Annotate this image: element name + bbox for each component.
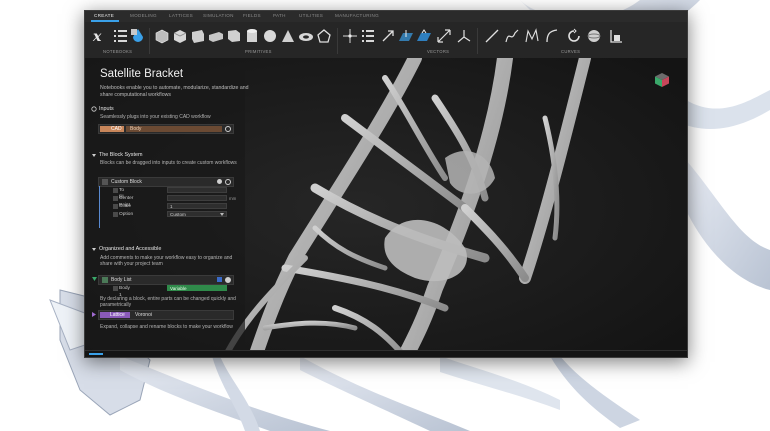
toolbar-separator	[337, 28, 338, 54]
tab-manufacturing[interactable]: MANUFACTURING	[335, 13, 379, 18]
group-label-vectors: VECTORS	[427, 49, 450, 54]
box-icon[interactable]	[153, 27, 171, 45]
resize-icon[interactable]	[435, 27, 453, 45]
lattice-block[interactable]: Lattice Voronoi	[98, 310, 234, 320]
expand-triangle-icon[interactable]	[92, 312, 97, 317]
line-icon[interactable]	[483, 27, 501, 45]
input-socket-icon[interactable]	[113, 188, 118, 193]
output-port-icon[interactable]	[225, 277, 231, 283]
block-bracket	[99, 186, 100, 228]
bar-chart-icon[interactable]	[607, 27, 625, 45]
lattice-tag-label: Lattice	[110, 312, 125, 318]
option-select[interactable]: Custom	[167, 211, 227, 217]
scroll-indicator[interactable]	[89, 353, 103, 355]
row-option-label: Option	[119, 212, 134, 217]
svg-text:x: x	[92, 29, 102, 45]
body-input-label: Body	[130, 126, 142, 132]
group-label-curves: CURVES	[561, 49, 581, 54]
torus-icon[interactable]	[297, 27, 315, 45]
input-socket-icon[interactable]	[113, 212, 118, 217]
tab-path[interactable]: PATH	[273, 13, 286, 18]
units-label: mm	[229, 196, 237, 201]
list-icon	[102, 277, 108, 283]
sphere-icon[interactable]	[261, 27, 279, 45]
toolbar-separator	[477, 28, 478, 54]
tab-fields[interactable]: FIELDS	[243, 13, 261, 18]
block-system-text: Blocks can be dragged into inputs to cre…	[100, 160, 237, 166]
inputs-text: Seamlessly plugs into your existing CAD …	[100, 114, 211, 120]
lattice-value-label: Voronoi	[135, 312, 152, 318]
inputs-heading: Inputs	[99, 106, 114, 112]
plane-icon[interactable]	[397, 27, 415, 45]
cube-alt-icon[interactable]	[189, 27, 207, 45]
tab-utilities[interactable]: UTILITIES	[299, 13, 323, 18]
tab-simulation[interactable]: SIMULATION	[203, 13, 234, 18]
app-window: CREATE MODELING LATTICES SIMULATION FIEL…	[84, 10, 688, 358]
ribbon-tabs: CREATE MODELING LATTICES SIMULATION FIEL…	[85, 11, 687, 22]
block-icon[interactable]	[207, 27, 225, 45]
collapse-triangle-icon[interactable]	[91, 247, 97, 253]
row-scale-label: Scale	[119, 204, 131, 209]
tab-modeling[interactable]: MODELING	[130, 13, 157, 18]
body-list-label: Body List	[111, 277, 132, 283]
axes-icon[interactable]	[455, 27, 473, 45]
expand-collapse-text: Expand, collapse and rename blocks to ma…	[100, 324, 233, 330]
output-port-icon[interactable]	[225, 179, 231, 185]
tab-create[interactable]: CREATE	[94, 13, 114, 18]
output-port-icon[interactable]	[225, 126, 231, 132]
custom-block-label: Custom Block	[111, 179, 142, 185]
point-icon[interactable]	[341, 27, 359, 45]
group-label-primitives: PRIMITIVES	[245, 49, 272, 54]
variable-x-icon[interactable]: x	[91, 27, 109, 45]
input-socket-icon[interactable]	[113, 286, 118, 291]
chevron-down-icon[interactable]	[220, 213, 224, 216]
tab-lattices[interactable]: LATTICES	[169, 13, 193, 18]
to-fill-input[interactable]	[167, 187, 227, 193]
cad-tag-label: CAD	[111, 126, 122, 132]
scale-input[interactable]: 1	[167, 203, 227, 209]
center-point-input[interactable]	[167, 195, 227, 201]
declare-text: By declaring a block, entire parts can b…	[100, 296, 236, 309]
organized-text: Add comments to make your workflow easy …	[100, 255, 233, 268]
drop-icon[interactable]	[129, 27, 147, 45]
cone-icon[interactable]	[279, 27, 297, 45]
arrow-icon[interactable]	[379, 27, 397, 45]
view-cube-icon[interactable]	[653, 71, 671, 89]
notebook-title: Satellite Bracket	[100, 68, 184, 80]
arc-icon[interactable]	[543, 27, 561, 45]
ribbon-toolbar: x NOTEBOOKS PRIMITIVES VECTORS CURVES	[85, 22, 687, 59]
sphere-icon[interactable]	[585, 27, 603, 45]
info-icon[interactable]	[217, 277, 222, 282]
variable-chip[interactable]: Variable	[167, 285, 227, 291]
pentagon-icon[interactable]	[315, 27, 333, 45]
spline-icon[interactable]	[523, 27, 541, 45]
list-icon[interactable]	[111, 27, 129, 45]
list-numbers-icon[interactable]	[359, 27, 377, 45]
block-system-heading: The Block System	[99, 152, 143, 158]
info-icon[interactable]	[217, 179, 222, 184]
inputs-icon	[91, 106, 97, 112]
notebook-description: Notebooks enable you to automate, modula…	[100, 85, 249, 98]
plane-icon[interactable]	[415, 27, 433, 45]
expand-triangle-icon[interactable]	[92, 277, 97, 282]
circle-icon[interactable]	[565, 27, 583, 45]
input-socket-icon[interactable]	[113, 204, 118, 209]
status-bar	[85, 350, 687, 357]
block-icon	[102, 179, 108, 185]
organized-heading: Organized and Accessible	[99, 246, 162, 252]
cylinder-icon[interactable]	[243, 27, 261, 45]
custom-block[interactable]: Custom Block	[98, 177, 234, 187]
collapse-triangle-icon[interactable]	[91, 153, 97, 159]
curve-icon[interactable]	[503, 27, 521, 45]
group-label-notebooks: NOTEBOOKS	[103, 49, 133, 54]
toolbar-separator	[149, 28, 150, 54]
body-list-block[interactable]: Body List	[98, 275, 234, 285]
input-socket-icon[interactable]	[113, 196, 118, 201]
slab-icon[interactable]	[225, 27, 243, 45]
cad-body-block[interactable]: CAD Body	[98, 124, 234, 134]
cube-icon[interactable]	[171, 27, 189, 45]
